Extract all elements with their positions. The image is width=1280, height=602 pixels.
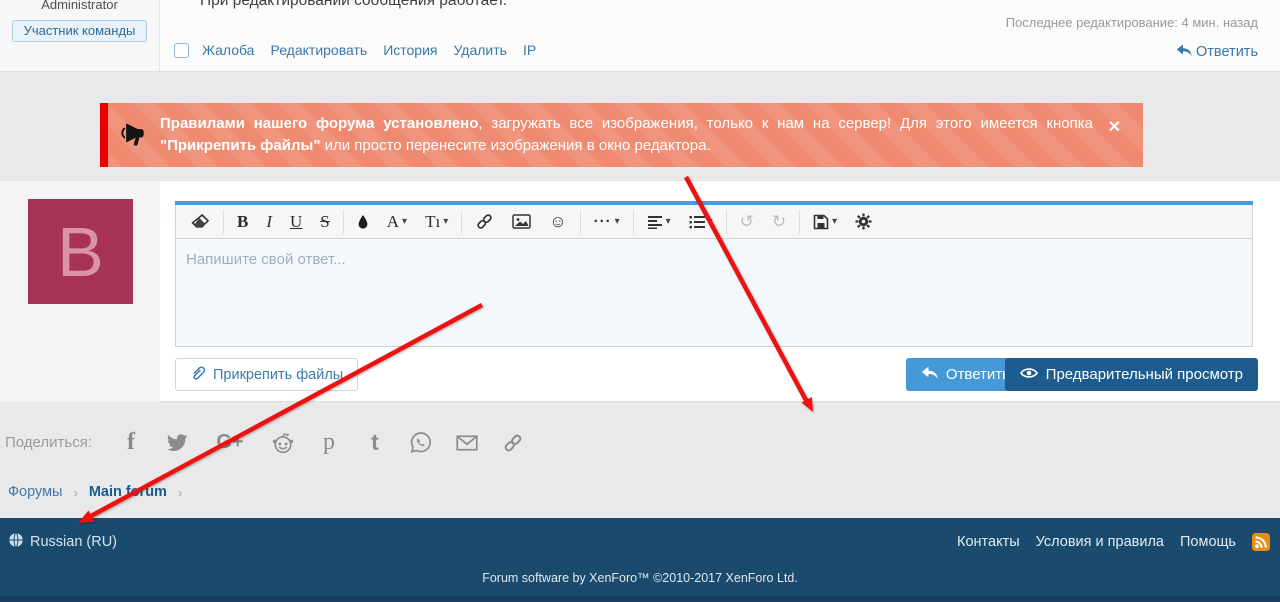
toolbar-separator (633, 210, 634, 234)
notice-bold-intro: Правилами нашего форума установлено (160, 115, 478, 132)
redo-button[interactable]: ↻ (763, 208, 795, 236)
user-role: Administrator (0, 0, 159, 12)
toolbar-separator (799, 210, 800, 234)
footer-bottom-strip (0, 596, 1280, 602)
toolbar-separator (461, 210, 462, 234)
copyright-text: Forum software by XenForo™ ©2010-2017 Xe… (0, 571, 1280, 585)
post-message: При редактировании сообщения работает. (200, 0, 507, 10)
language-chooser[interactable]: Russian (RU) (8, 532, 117, 552)
whatsapp-icon[interactable] (410, 431, 432, 454)
toolbar-separator (343, 210, 344, 234)
notice-end: или просто перенесите изображения в окно… (320, 137, 710, 154)
italic-button[interactable]: I (257, 208, 281, 236)
language-label: Russian (RU) (30, 534, 117, 550)
contacts-link[interactable]: Контакты (957, 534, 1020, 550)
notice-bold-button: "Прикрепить файлы" (160, 137, 320, 154)
more-options-button[interactable]: ···▾ (585, 208, 629, 236)
staff-badge: Участник команды (12, 20, 148, 42)
toolbar-separator (223, 210, 224, 234)
twitter-icon[interactable] (166, 434, 188, 452)
reply-button-label: Ответить (946, 366, 1010, 383)
paperclip-icon (190, 365, 206, 385)
reply-link[interactable]: Ответить (1176, 43, 1258, 61)
share-icons: f G+ p t (120, 429, 524, 456)
font-size-label: Tı (425, 212, 440, 232)
share-row: Поделиться: f G+ p t (5, 429, 524, 456)
list-button[interactable]: ▾ (680, 208, 722, 236)
breadcrumb-forums[interactable]: Форумы (8, 484, 62, 500)
editor-placeholder: Напишите свой ответ... (186, 251, 346, 268)
strikethrough-button[interactable]: S (311, 208, 338, 236)
chevron-right-icon: › (73, 485, 77, 500)
attach-files-label: Прикрепить файлы (213, 367, 343, 383)
post-controls: Жалоба Редактировать История Удалить IP (174, 42, 552, 58)
history-link[interactable]: История (383, 42, 437, 58)
remove-format-icon[interactable] (182, 208, 219, 236)
forum-rules-notice: Правилами нашего форума установлено, заг… (100, 103, 1143, 167)
reddit-icon[interactable] (272, 432, 294, 454)
undo-button[interactable]: ↺ (731, 208, 763, 236)
editor-settings-gear-icon[interactable] (846, 208, 881, 236)
facebook-icon[interactable]: f (120, 429, 142, 456)
preview-button[interactable]: Предварительный просмотр (1005, 358, 1258, 391)
close-icon[interactable]: ✕ (1108, 117, 1121, 137)
share-label: Поделиться: (5, 434, 92, 451)
eye-icon (1020, 366, 1038, 383)
footer-links: Контакты Условия и правила Помощь (957, 533, 1270, 551)
ip-link[interactable]: IP (523, 42, 536, 58)
permalink-icon[interactable] (502, 432, 524, 454)
avatar[interactable]: B (28, 199, 133, 304)
font-family-label: A (387, 212, 399, 232)
globe-icon (8, 532, 24, 552)
insert-image-icon[interactable] (503, 208, 540, 236)
underline-button[interactable]: U (281, 208, 311, 236)
toolbar-separator (726, 210, 727, 234)
breadcrumb-main-forum[interactable]: Main forum (89, 484, 167, 500)
font-family-button[interactable]: A▾ (378, 208, 416, 236)
editor-pointer (162, 204, 175, 228)
rich-text-editor: B I U S A▾ Tı▾ ☺ ···▾ ▾ ▾ ↺ ↻ (175, 201, 1253, 347)
chevron-right-icon: › (178, 485, 182, 500)
reply-text-area[interactable]: Напишите свой ответ... (175, 239, 1253, 347)
forum-page: Administrator Участник команды При редак… (0, 0, 1280, 602)
post-user-column: Administrator Участник команды (0, 0, 160, 72)
preview-button-label: Предварительный просмотр (1046, 366, 1243, 383)
select-post-checkbox[interactable] (174, 43, 189, 58)
googleplus-icon[interactable]: G+ (212, 431, 248, 454)
terms-link[interactable]: Условия и правила (1036, 534, 1164, 550)
toolbar-separator (580, 210, 581, 234)
reply-arrow-icon (1176, 43, 1192, 61)
quick-reply-section: B B I U S A▾ Tı▾ ☺ ···▾ (0, 180, 1280, 402)
notice-text: Правилами нашего форума установлено, заг… (160, 113, 1093, 157)
help-link[interactable]: Помощь (1180, 534, 1236, 550)
edit-link[interactable]: Редактировать (270, 42, 367, 58)
font-size-button[interactable]: Tı▾ (416, 208, 457, 236)
text-color-icon[interactable] (348, 208, 378, 236)
reply-arrow-icon (921, 365, 938, 384)
reply-link-label: Ответить (1196, 44, 1258, 60)
tumblr-icon[interactable]: t (364, 429, 386, 456)
delete-link[interactable]: Удалить (453, 42, 506, 58)
notice-mid: , загружать все изображения, только к на… (478, 115, 1093, 132)
alignment-button[interactable]: ▾ (638, 208, 680, 236)
post-section: Administrator Участник команды При редак… (0, 0, 1280, 72)
megaphone-icon (118, 121, 146, 149)
editor-toolbar: B I U S A▾ Tı▾ ☺ ···▾ ▾ ▾ ↺ ↻ (175, 205, 1253, 239)
breadcrumb: Форумы › Main forum › (8, 484, 182, 500)
bold-button[interactable]: B (228, 208, 257, 236)
smiley-icon[interactable]: ☺ (540, 208, 575, 236)
footer: Russian (RU) Контакты Условия и правила … (0, 518, 1280, 602)
pinterest-icon[interactable]: p (318, 429, 340, 456)
notice-left-bar (100, 103, 108, 167)
report-link[interactable]: Жалоба (202, 42, 254, 58)
last-edit-note: Последнее редактирование: 4 мин. назад (1006, 15, 1258, 30)
insert-link-icon[interactable] (466, 208, 503, 236)
email-icon[interactable] (456, 434, 478, 452)
attach-files-button[interactable]: Прикрепить файлы (175, 358, 358, 391)
save-draft-button[interactable]: ▾ (804, 208, 846, 236)
rss-icon[interactable] (1252, 533, 1270, 551)
